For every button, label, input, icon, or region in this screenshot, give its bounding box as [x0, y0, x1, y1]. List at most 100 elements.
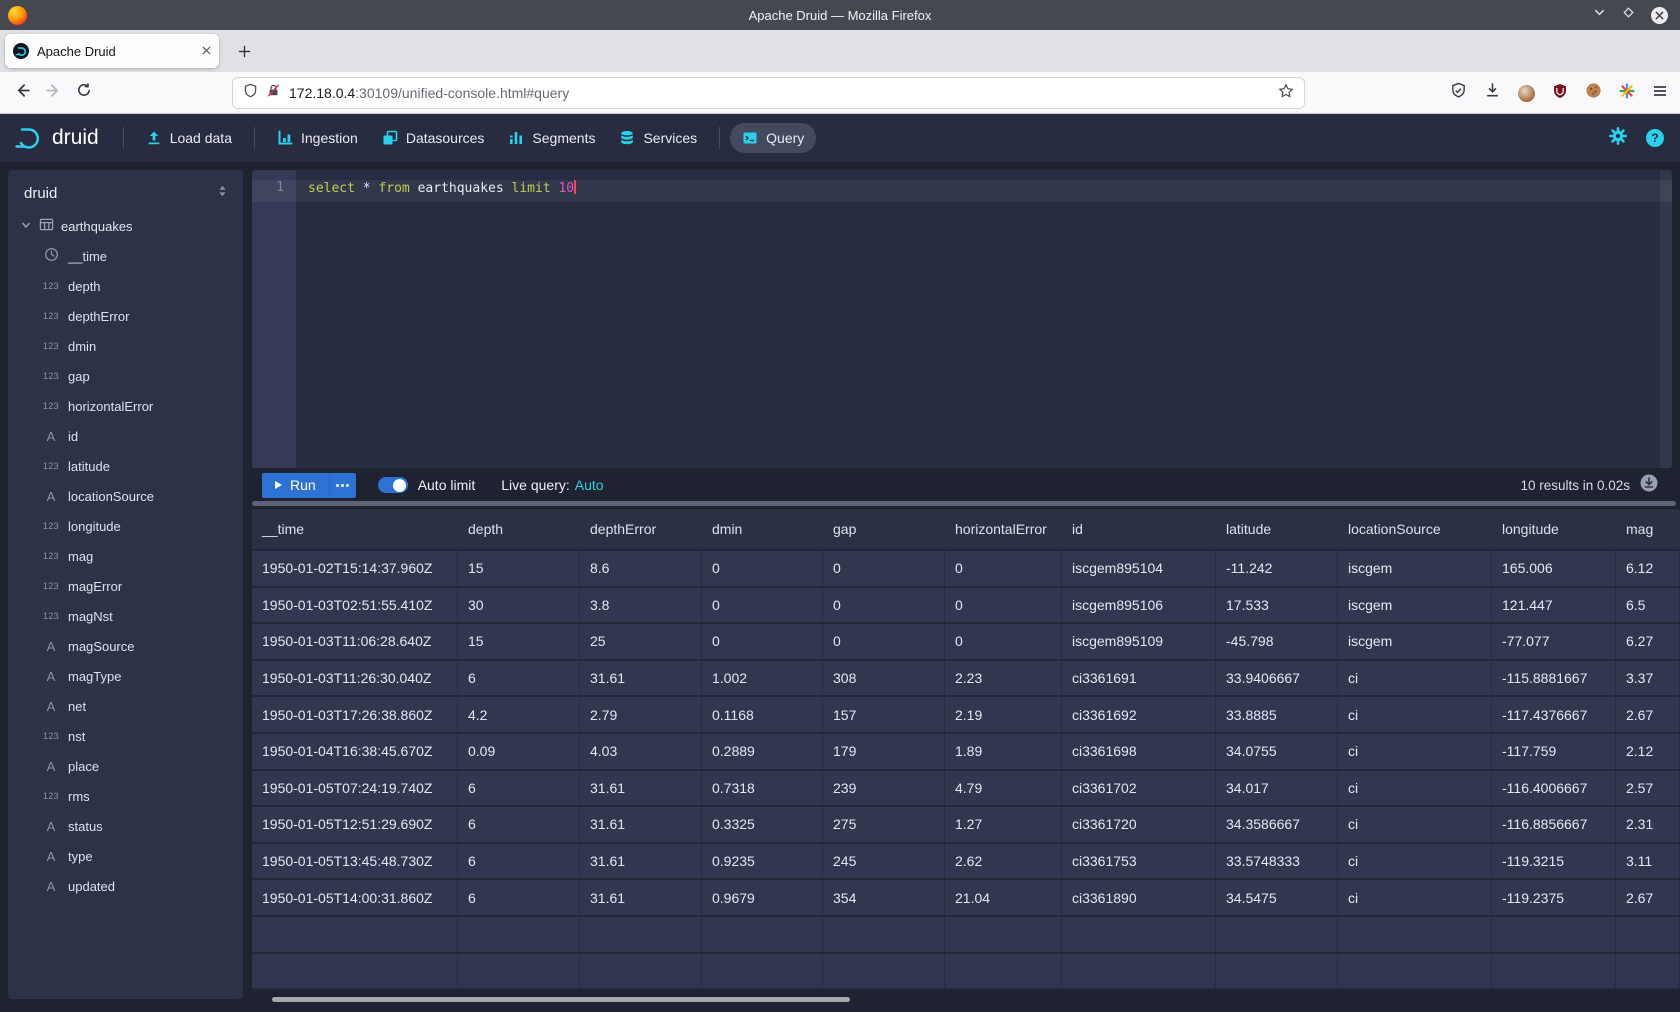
cell[interactable]: 2.79: [580, 697, 702, 734]
cell[interactable]: 0.2889: [702, 734, 823, 771]
cell[interactable]: 8.6: [580, 551, 702, 588]
sidebar-column-mag[interactable]: 123mag: [8, 541, 243, 571]
sql-editor[interactable]: 1 select * from earthquakes limit 10: [252, 170, 1672, 468]
cell[interactable]: 30: [458, 588, 580, 625]
downloads-icon[interactable]: [1484, 82, 1501, 104]
cell[interactable]: 15: [458, 551, 580, 588]
cell[interactable]: 0: [702, 588, 823, 625]
cell[interactable]: 1.002: [702, 661, 823, 698]
cell[interactable]: 31.61: [580, 880, 702, 917]
tab-close-icon[interactable]: [202, 42, 211, 60]
back-button[interactable]: [14, 82, 31, 104]
nav-item-load-data[interactable]: Load data: [134, 123, 244, 153]
sidebar-column-__time[interactable]: __time: [8, 241, 243, 271]
sidebar-column-updated[interactable]: Aupdated: [8, 871, 243, 901]
cell[interactable]: 1950-01-05T07:24:19.740Z: [252, 771, 458, 808]
reload-button[interactable]: [76, 82, 92, 103]
sidebar-column-rms[interactable]: 123rms: [8, 781, 243, 811]
cell[interactable]: ci: [1338, 844, 1492, 881]
cell[interactable]: 239: [823, 771, 945, 808]
cookie-extension-icon[interactable]: [1585, 82, 1602, 104]
cell[interactable]: 1.27: [945, 807, 1062, 844]
cell[interactable]: 2.62: [945, 844, 1062, 881]
cell[interactable]: 4.79: [945, 771, 1062, 808]
cell[interactable]: 0: [945, 588, 1062, 625]
cell[interactable]: 6: [458, 661, 580, 698]
sidebar-column-place[interactable]: Aplace: [8, 751, 243, 781]
sidebar-column-net[interactable]: Anet: [8, 691, 243, 721]
cell[interactable]: ci: [1338, 807, 1492, 844]
cell[interactable]: ci3361698: [1062, 734, 1216, 771]
sidebar-column-latitude[interactable]: 123latitude: [8, 451, 243, 481]
cell[interactable]: 0.1168: [702, 697, 823, 734]
cell[interactable]: 3.8: [580, 588, 702, 625]
cell[interactable]: 1950-01-03T11:26:30.040Z: [252, 661, 458, 698]
cell[interactable]: ci3361890: [1062, 880, 1216, 917]
cell[interactable]: 6: [458, 771, 580, 808]
cell[interactable]: iscgem: [1338, 551, 1492, 588]
cell[interactable]: ci3361753: [1062, 844, 1216, 881]
sparkle-extension-icon[interactable]: [1619, 83, 1635, 104]
cell[interactable]: 121.447: [1492, 588, 1616, 625]
cell[interactable]: 2.31: [1616, 807, 1680, 844]
header-cell-longitude[interactable]: longitude: [1492, 509, 1616, 551]
cell[interactable]: 3.37: [1616, 661, 1680, 698]
sidebar-column-longitude[interactable]: 123longitude: [8, 511, 243, 541]
cell[interactable]: 31.61: [580, 771, 702, 808]
cell[interactable]: 1950-01-02T15:14:37.960Z: [252, 551, 458, 588]
insecure-lock-icon[interactable]: [266, 83, 281, 103]
cell[interactable]: 31.61: [580, 661, 702, 698]
cell[interactable]: 0: [823, 551, 945, 588]
druid-brand[interactable]: druid: [0, 125, 113, 151]
cell[interactable]: 31.61: [580, 844, 702, 881]
cell[interactable]: 0.7318: [702, 771, 823, 808]
live-query-value[interactable]: Auto: [575, 477, 604, 493]
cell[interactable]: 179: [823, 734, 945, 771]
cell[interactable]: 0.09: [458, 734, 580, 771]
cell[interactable]: ci: [1338, 734, 1492, 771]
cell[interactable]: 34.3586667: [1216, 807, 1338, 844]
cell[interactable]: 33.9406667: [1216, 661, 1338, 698]
cell[interactable]: 6: [458, 844, 580, 881]
cell[interactable]: 0: [945, 551, 1062, 588]
tracking-shield-icon[interactable]: [243, 83, 258, 103]
cell[interactable]: ci3361720: [1062, 807, 1216, 844]
cell[interactable]: 1950-01-04T16:38:45.670Z: [252, 734, 458, 771]
cell[interactable]: -117.759: [1492, 734, 1616, 771]
header-cell-depthError[interactable]: depthError: [580, 509, 702, 551]
cell[interactable]: ci: [1338, 771, 1492, 808]
cell[interactable]: 354: [823, 880, 945, 917]
cell[interactable]: 1950-01-05T12:51:29.690Z: [252, 807, 458, 844]
settings-gear-icon[interactable]: [1608, 126, 1628, 151]
cell[interactable]: -45.798: [1216, 624, 1338, 661]
sidebar-column-horizontalError[interactable]: 123horizontalError: [8, 391, 243, 421]
cell[interactable]: ci: [1338, 661, 1492, 698]
cell[interactable]: -11.242: [1216, 551, 1338, 588]
run-more-button[interactable]: [329, 473, 356, 498]
menu-hamburger-icon[interactable]: [1652, 83, 1668, 104]
cell[interactable]: -119.2375: [1492, 880, 1616, 917]
chevron-down-icon[interactable]: [20, 219, 32, 234]
cell[interactable]: 2.19: [945, 697, 1062, 734]
cell[interactable]: 0.9679: [702, 880, 823, 917]
cell[interactable]: ci: [1338, 880, 1492, 917]
cell[interactable]: 6.27: [1616, 624, 1680, 661]
header-cell-id[interactable]: id: [1062, 509, 1216, 551]
header-cell-horizontalError[interactable]: horizontalError: [945, 509, 1062, 551]
sidebar-column-nst[interactable]: 123nst: [8, 721, 243, 751]
cell[interactable]: iscgem895109: [1062, 624, 1216, 661]
cell[interactable]: 2.67: [1616, 880, 1680, 917]
cell[interactable]: iscgem: [1338, 588, 1492, 625]
cell[interactable]: 0: [823, 624, 945, 661]
cell[interactable]: 6.12: [1616, 551, 1680, 588]
cell[interactable]: -115.8881667: [1492, 661, 1616, 698]
cell[interactable]: 34.0755: [1216, 734, 1338, 771]
cell[interactable]: 0: [823, 588, 945, 625]
forward-button[interactable]: [45, 82, 62, 104]
cell[interactable]: 1.89: [945, 734, 1062, 771]
header-cell-latitude[interactable]: latitude: [1216, 509, 1338, 551]
cell[interactable]: 2.12: [1616, 734, 1680, 771]
nav-item-query[interactable]: Query: [730, 123, 816, 153]
cell[interactable]: 1950-01-03T17:26:38.860Z: [252, 697, 458, 734]
header-cell-locationSource[interactable]: locationSource: [1338, 509, 1492, 551]
